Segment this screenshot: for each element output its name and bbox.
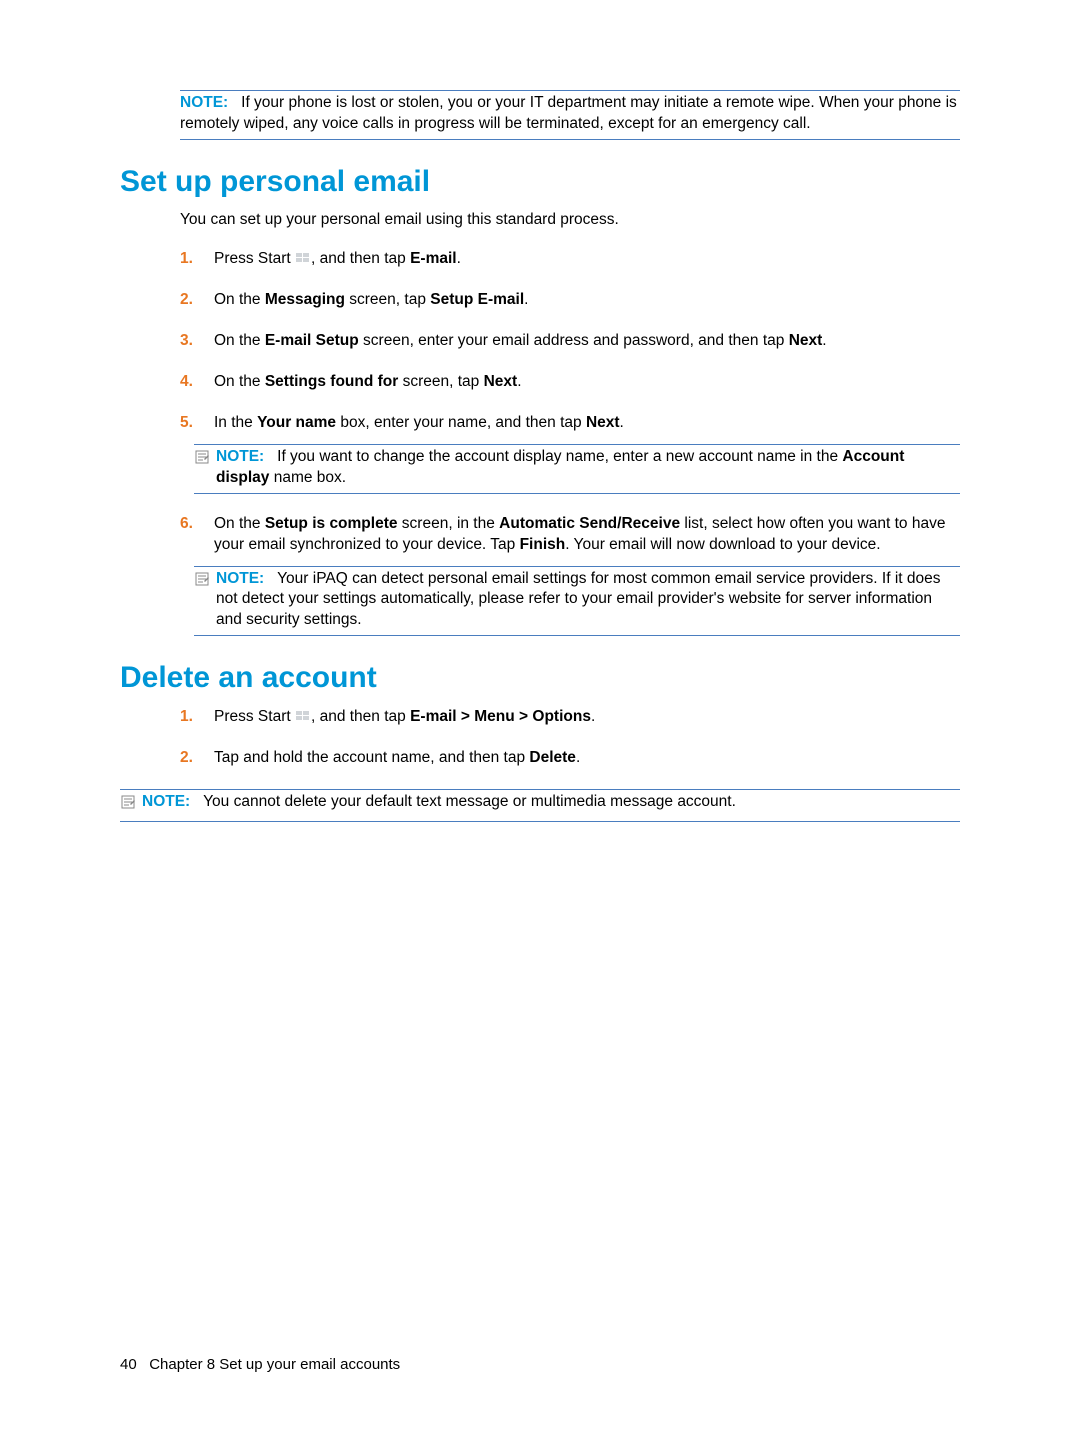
t: Automatic Send/Receive <box>499 515 680 532</box>
note-icon <box>194 449 210 472</box>
t: Tap and hold the account name, and then … <box>214 749 529 766</box>
t: Next <box>789 332 823 349</box>
t: You cannot delete your default text mess… <box>203 793 736 810</box>
step-3: 3. On the E-mail Setup screen, enter you… <box>180 331 960 352</box>
t: . <box>822 332 826 349</box>
t: Messaging <box>265 291 345 308</box>
t: Delete <box>529 749 576 766</box>
note-cannot-delete-default: NOTE: You cannot delete your default tex… <box>120 789 960 822</box>
step-2: 2. On the Messaging screen, tap Setup E-… <box>180 290 960 311</box>
step-number: 4. <box>180 372 193 393</box>
step-5: 5. In the Your name box, enter your name… <box>180 413 960 494</box>
t: In the <box>214 414 257 431</box>
t: . <box>524 291 528 308</box>
step-bold: E-mail <box>410 250 457 267</box>
step-6: 6. On the Setup is complete screen, in t… <box>180 514 960 637</box>
t: . <box>517 373 521 390</box>
t: Setup E-mail <box>430 291 524 308</box>
step-1: 1. Press Start , and then tap E-mail > M… <box>180 707 960 728</box>
t: If you want to change the account displa… <box>277 448 842 465</box>
step-number: 5. <box>180 413 193 434</box>
t: screen, enter your email address and pas… <box>359 332 789 349</box>
heading-set-up-personal-email: Set up personal email <box>120 162 960 203</box>
t: box, enter your name, and then tap <box>336 414 586 431</box>
t: . <box>591 708 595 725</box>
intro-text: You can set up your personal email using… <box>180 210 960 231</box>
t: . Your email will now download to your d… <box>565 536 880 553</box>
step-4: 4. On the Settings found for screen, tap… <box>180 372 960 393</box>
note-label: NOTE: <box>142 793 190 810</box>
heading-delete-an-account: Delete an account <box>120 658 960 699</box>
step-number: 2. <box>180 748 193 769</box>
windows-start-icon <box>295 709 311 723</box>
t: Next <box>586 414 620 431</box>
t: E-mail Setup <box>265 332 359 349</box>
note-account-display: NOTE: If you want to change the account … <box>194 444 960 494</box>
t: Press Start <box>214 708 295 725</box>
t: . <box>576 749 580 766</box>
t: Your name <box>257 414 336 431</box>
t: , and then tap <box>311 708 410 725</box>
step-number: 3. <box>180 331 193 352</box>
t: E-mail > Menu > Options <box>410 708 591 725</box>
t: On the <box>214 373 265 390</box>
page-number: 40 <box>120 1356 137 1373</box>
step-number: 1. <box>180 249 193 270</box>
t: On the <box>214 332 265 349</box>
note-icon <box>120 794 136 817</box>
page-footer: 40 Chapter 8 Set up your email accounts <box>120 1355 400 1375</box>
step-end: . <box>457 250 461 267</box>
step-number: 1. <box>180 707 193 728</box>
note-label: NOTE: <box>180 94 228 111</box>
note-icon <box>194 571 210 594</box>
note-label: NOTE: <box>216 570 264 587</box>
t: Finish <box>520 536 566 553</box>
step-text-post: , and then tap <box>311 250 410 267</box>
windows-start-icon <box>295 251 311 265</box>
note-label: NOTE: <box>216 448 264 465</box>
t: Setup is complete <box>265 515 398 532</box>
steps-list-personal-email: 1. Press Start , and then tap E-mail. 2.… <box>180 249 960 636</box>
step-1: 1. Press Start , and then tap E-mail. <box>180 249 960 270</box>
t: On the <box>214 515 265 532</box>
step-number: 6. <box>180 514 193 535</box>
t: screen, tap <box>345 291 430 308</box>
step-text-pre: Press Start <box>214 250 295 267</box>
t: name box. <box>269 469 346 486</box>
chapter-label: Chapter 8 Set up your email accounts <box>149 1356 400 1373</box>
t: Your iPAQ can detect personal email sett… <box>216 570 941 629</box>
note-remote-wipe: NOTE: If your phone is lost or stolen, y… <box>180 90 960 140</box>
steps-list-delete-account: 1. Press Start , and then tap E-mail > M… <box>180 707 960 769</box>
note-ipaq-detect: NOTE: Your iPAQ can detect personal emai… <box>194 566 960 637</box>
t: On the <box>214 291 265 308</box>
t: . <box>620 414 624 431</box>
note-text: If your phone is lost or stolen, you or … <box>180 94 957 132</box>
t: screen, tap <box>398 373 483 390</box>
step-number: 2. <box>180 290 193 311</box>
t: Next <box>484 373 518 390</box>
t: Settings found for <box>265 373 398 390</box>
t: screen, in the <box>398 515 500 532</box>
step-2: 2. Tap and hold the account name, and th… <box>180 748 960 769</box>
